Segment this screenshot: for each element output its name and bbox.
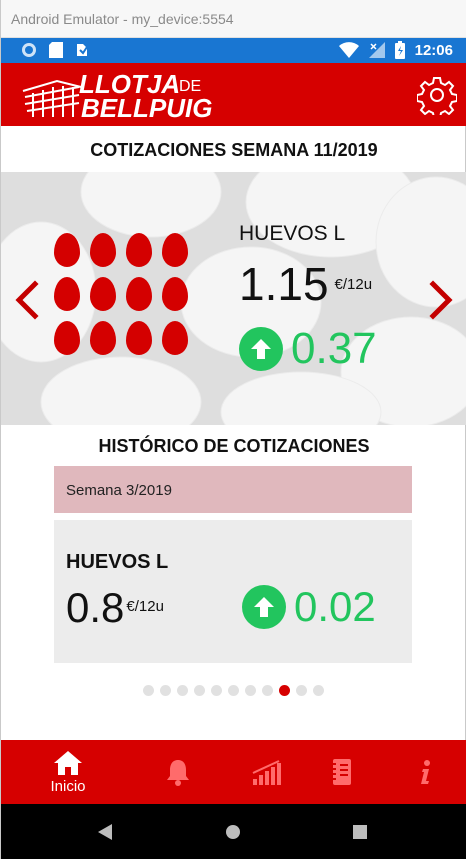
- previous-arrow-icon[interactable]: [11, 280, 41, 320]
- history-week-selector[interactable]: Semana 3/2019: [54, 466, 412, 513]
- history-card[interactable]: HUEVOS L 0.8 €/12u 0.02: [54, 520, 412, 663]
- nav-item-inicio[interactable]: Inicio: [38, 740, 98, 804]
- page-dot[interactable]: [177, 685, 188, 696]
- page-dot[interactable]: [245, 685, 256, 696]
- arrow-up-circle-icon: [239, 327, 283, 371]
- history-change-row: 0.02: [242, 584, 376, 630]
- recents-icon[interactable]: [353, 825, 367, 839]
- quote-carousel[interactable]: HUEVOS L 1.15 €/12u 0.37: [1, 172, 466, 425]
- page-dot[interactable]: [160, 685, 171, 696]
- page-dot[interactable]: [194, 685, 205, 696]
- settings-gear-icon[interactable]: [417, 75, 457, 115]
- page-dot[interactable]: [262, 685, 273, 696]
- bottom-navigation: Inicio: [1, 740, 466, 804]
- chart-icon: [252, 760, 281, 785]
- status-bar: 12:06: [1, 38, 466, 63]
- arrow-up-circle-icon: [242, 585, 286, 629]
- sync-icon: [22, 43, 36, 57]
- change-row: 0.37: [239, 325, 377, 373]
- history-title: HISTÓRICO DE COTIZACIONES: [98, 436, 370, 456]
- price-row: 1.15 €/12u: [239, 260, 372, 308]
- nav-item-charts[interactable]: [239, 740, 293, 804]
- eggs-dozen-icon: [52, 233, 192, 357]
- home-icon: [54, 750, 82, 775]
- info-icon: [421, 760, 430, 784]
- history-price-change: 0.02: [294, 583, 376, 630]
- llotja-logo[interactable]: LLOTJA DE BELLPUIG: [19, 71, 224, 119]
- app-bar: LLOTJA DE BELLPUIG: [1, 63, 466, 126]
- battery-icon: [394, 41, 405, 59]
- window-title: Android Emulator - my_device:5554: [11, 11, 234, 27]
- nav-item-alerts[interactable]: [151, 740, 205, 804]
- price-unit: €/12u: [334, 276, 373, 293]
- nav-label-inicio: Inicio: [50, 777, 86, 795]
- product-price: 1.15: [239, 258, 329, 310]
- device-frame: Android Emulator - my_device:5554 12:06 …: [0, 0, 466, 859]
- product-name: HUEVOS L: [239, 222, 346, 245]
- page-dot[interactable]: [279, 685, 290, 696]
- notebook-icon: [331, 759, 351, 785]
- page-indicator[interactable]: [143, 685, 324, 696]
- history-product-name: HUEVOS L: [66, 551, 169, 573]
- bell-icon: [167, 760, 189, 786]
- system-navigation-bar: [1, 804, 466, 859]
- emulator-titlebar: Android Emulator - my_device:5554: [1, 0, 466, 38]
- cell-signal-icon: [368, 42, 385, 58]
- history-price: 0.8: [66, 584, 125, 631]
- wifi-icon: [338, 42, 359, 58]
- price-change: 0.37: [291, 324, 377, 373]
- page-dot[interactable]: [296, 685, 307, 696]
- history-price-row: 0.8 €/12u: [66, 586, 164, 630]
- nav-item-info[interactable]: [399, 740, 453, 804]
- next-arrow-icon[interactable]: [427, 280, 457, 320]
- back-icon[interactable]: [98, 824, 112, 840]
- history-week-label: Semana 3/2019: [66, 482, 172, 499]
- svg-text:BELLPUIG: BELLPUIG: [81, 93, 212, 119]
- week-title: COTIZACIONES SEMANA 11/2019: [90, 140, 378, 160]
- nav-item-notebook[interactable]: [315, 740, 369, 804]
- home-circle-icon[interactable]: [225, 824, 241, 840]
- page-dot[interactable]: [143, 685, 154, 696]
- download-icon: [77, 44, 88, 56]
- history-price-unit: €/12u: [126, 598, 164, 615]
- page-dot[interactable]: [228, 685, 239, 696]
- page-dot[interactable]: [313, 685, 324, 696]
- sd-card-icon: [49, 42, 63, 58]
- page-dot[interactable]: [211, 685, 222, 696]
- status-time: 12:06: [414, 41, 453, 59]
